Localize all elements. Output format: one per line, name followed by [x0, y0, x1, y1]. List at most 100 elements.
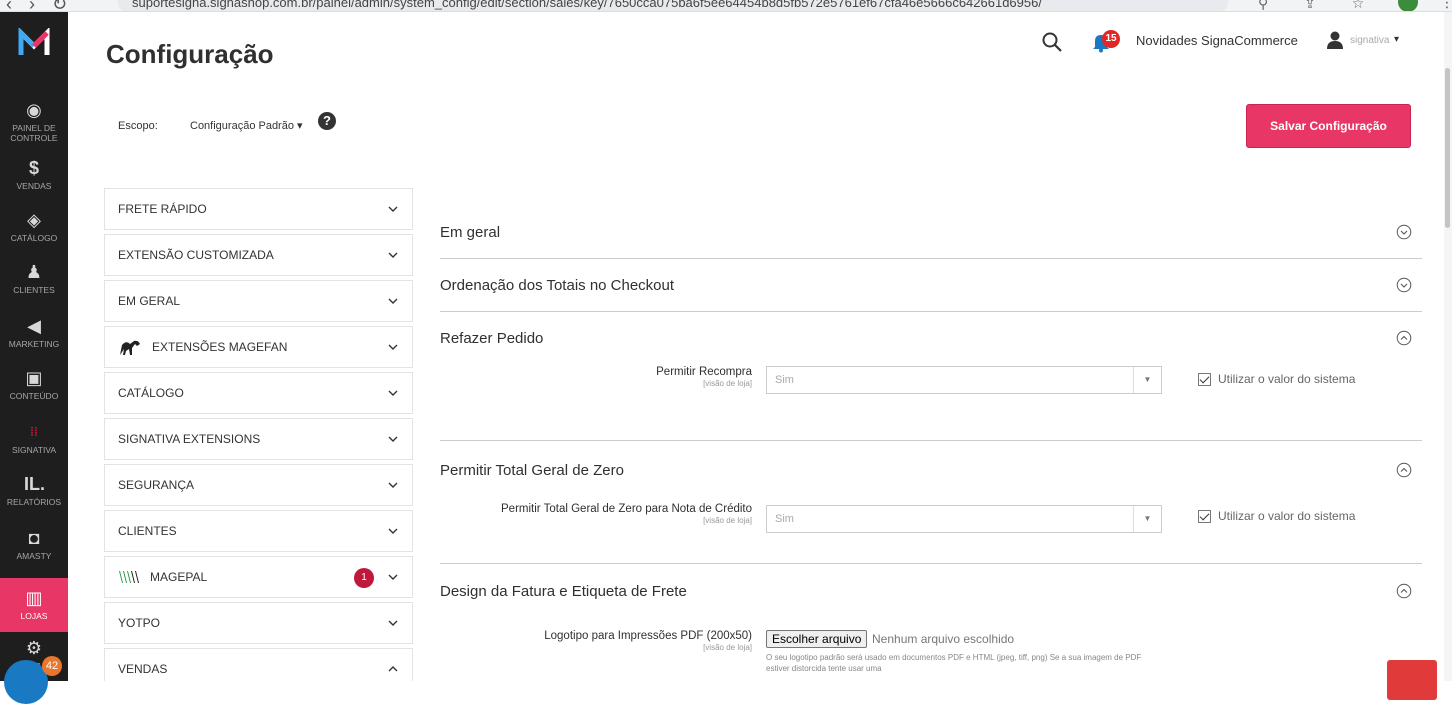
chevron-down-icon — [388, 206, 398, 212]
tab-extensoes-magefan[interactable]: EXTENSÕES MAGEFAN — [104, 326, 413, 368]
floating-action-button[interactable] — [1387, 660, 1437, 700]
tab-label: SIGNATIVA EXTENSIONS — [118, 432, 261, 446]
layout-icon: ▣ — [25, 368, 43, 388]
expand-icon[interactable] — [1396, 224, 1412, 240]
checkbox-checked-icon[interactable] — [1198, 372, 1211, 386]
tab-label: VENDAS — [118, 662, 168, 676]
checkbox-label: Utilizar o valor do sistema — [1218, 372, 1356, 386]
scope-switcher[interactable]: Configuração Padrão ▾ — [190, 119, 303, 132]
select-arrow-icon: ▼ — [1133, 506, 1161, 532]
select-value: Sim — [775, 374, 794, 386]
section-invoice-design: Design da Fatura e Etiqueta de Frete Log… — [440, 564, 1422, 690]
choose-file-button[interactable]: Escolher arquivo — [766, 630, 868, 648]
field-label-text: Logotipo para Impressões PDF (200x50) — [544, 630, 752, 642]
page-title: Configuração — [106, 39, 274, 69]
signativa-icon: ⁞⁞ — [30, 425, 38, 439]
section-header[interactable]: Permitir Total Geral de Zero — [440, 441, 1422, 499]
reorder-select[interactable]: Sim ▼ — [766, 366, 1162, 394]
tab-vendas[interactable]: VENDAS — [104, 648, 413, 681]
sidebar-item-content[interactable]: ▣ CONTEÚDO — [0, 368, 68, 401]
sidebar-item-catalog[interactable]: ◈ CATÁLOGO — [0, 210, 68, 243]
tab-label: YOTPO — [118, 616, 161, 630]
section-totals-sort: Ordenação dos Totais no Checkout — [440, 259, 1422, 312]
scrollbar-thumb[interactable] — [1445, 68, 1450, 228]
chevron-up-icon — [388, 666, 398, 672]
sidebar-item-label: VENDAS — [16, 181, 52, 191]
user-account-name[interactable]: signativa — [1350, 35, 1389, 46]
browser-toolbar: ‹ › ↻ suportesigna.signashop.com.br/pain… — [0, 0, 1452, 12]
section-zero-total: Permitir Total Geral de Zero Permitir To… — [440, 441, 1422, 564]
tab-label: SEGURANÇA — [118, 478, 195, 492]
zero-total-select[interactable]: Sim ▼ — [766, 505, 1162, 533]
use-system-value-checkbox[interactable]: Utilizar o valor do sistema — [1198, 509, 1355, 523]
sidebar-item-amasty[interactable]: ◘ AMASTY — [0, 528, 68, 561]
tab-catalogo[interactable]: CATÁLOGO — [104, 372, 413, 414]
store-icon: ▥ — [25, 588, 43, 608]
sidebar-item-marketing[interactable]: ◀ MARKETING — [0, 316, 68, 349]
sidebar-item-label: SIGNATIVA — [11, 445, 57, 455]
field-row-zero-total: Permitir Total Geral de Zero para Nota d… — [440, 499, 1422, 563]
news-link[interactable]: Novidades SignaCommerce — [1136, 33, 1298, 48]
tab-magepal[interactable]: MAGEPAL 1 — [104, 556, 413, 598]
field-scope: [visão de loja] — [703, 643, 752, 652]
config-sections: Em geral Ordenação dos Totais no Checkou… — [440, 206, 1422, 690]
collapse-icon[interactable] — [1396, 462, 1412, 478]
field-scope: [visão de loja] — [703, 379, 752, 388]
chevron-down-icon — [388, 252, 398, 258]
cube-icon: ◈ — [27, 210, 41, 230]
address-bar[interactable]: suportesigna.signashop.com.br/painel/adm… — [118, 0, 1228, 11]
select-value: Sim — [775, 513, 794, 525]
chevron-down-icon — [388, 574, 398, 580]
sidebar-item-signativa[interactable]: ⁞⁞ SIGNATIVA — [0, 422, 68, 455]
tab-seguranca[interactable]: SEGURANÇA — [104, 464, 413, 506]
tab-label: EXTENSÕES MAGEFAN — [152, 340, 288, 354]
page-scrollbar[interactable] — [1444, 12, 1452, 681]
search-icon[interactable] — [1040, 30, 1064, 54]
select-arrow-icon: ▼ — [1133, 367, 1161, 393]
sidebar-item-sales[interactable]: $ VENDAS — [0, 158, 68, 191]
tab-signativa-extensions[interactable]: SIGNATIVA EXTENSIONS — [104, 418, 413, 460]
collapse-icon[interactable] — [1396, 330, 1412, 346]
section-header[interactable]: Refazer Pedido — [440, 312, 1422, 364]
tab-extensao-customizada[interactable]: EXTENSÃO CUSTOMIZADA — [104, 234, 413, 276]
field-label-text: Permitir Total Geral de Zero para Nota d… — [501, 503, 752, 515]
sidebar-item-reports[interactable]: ıl. RELATÓRIOS — [0, 474, 68, 507]
section-header[interactable]: Ordenação dos Totais no Checkout — [440, 259, 1422, 311]
sidebar-item-label: RELATÓRIOS — [6, 497, 62, 507]
magefan-logo-icon — [120, 340, 140, 355]
tab-em-geral[interactable]: EM GERAL — [104, 280, 413, 322]
tab-clientes[interactable]: CLIENTES — [104, 510, 413, 552]
help-icon[interactable]: ? — [318, 112, 336, 130]
sidebar-item-dashboard[interactable]: ◉ PAINEL DE CONTROLE — [0, 100, 68, 143]
save-config-button[interactable]: Salvar Configuração — [1246, 104, 1411, 148]
section-title: Refazer Pedido — [440, 329, 544, 347]
browser-nav-icons[interactable]: ‹ › ↻ — [6, 0, 73, 11]
scope-label: Escopo: — [118, 120, 158, 132]
expand-icon[interactable] — [1396, 277, 1412, 293]
sidebar-item-label: LOJAS — [20, 611, 48, 621]
sidebar-item-label: AMASTY — [16, 551, 52, 561]
section-title: Ordenação dos Totais no Checkout — [440, 276, 675, 294]
dollar-icon: $ — [28, 158, 39, 178]
sidebar-item-customers[interactable]: ♟ CLIENTES — [0, 262, 68, 295]
chevron-down-icon — [388, 298, 398, 304]
tab-frete-rapido[interactable]: FRETE RÁPIDO — [104, 188, 413, 230]
browser-menu-icon[interactable]: ⋮ — [1440, 0, 1452, 11]
field-label-text: Permitir Recompra — [656, 366, 752, 378]
sidebar-item-stores[interactable]: ▥ LOJAS — [0, 578, 68, 632]
use-system-value-checkbox[interactable]: Utilizar o valor do sistema — [1198, 372, 1355, 386]
sidebar-item-label: MARKETING — [8, 339, 60, 349]
section-header[interactable]: Em geral — [440, 206, 1422, 258]
field-row-reorder: Permitir Recompra [visão de loja] Sim ▼ … — [440, 364, 1422, 440]
section-reorder: Refazer Pedido Permitir Recompra [visão … — [440, 312, 1422, 441]
section-header[interactable]: Design da Fatura e Etiqueta de Frete — [440, 564, 1422, 618]
user-icon[interactable] — [1326, 30, 1344, 50]
megaphone-icon: ◀ — [27, 316, 41, 336]
magento-logo[interactable] — [18, 28, 50, 60]
collapse-icon[interactable] — [1396, 583, 1412, 599]
sidebar-item-label: PAINEL DE CONTROLE — [10, 123, 58, 143]
checkbox-checked-icon[interactable] — [1198, 509, 1211, 523]
tab-label: EXTENSÃO CUSTOMIZADA — [118, 248, 274, 262]
chevron-down-icon[interactable]: ▾ — [1394, 34, 1399, 45]
tab-yotpo[interactable]: YOTPO — [104, 602, 413, 644]
